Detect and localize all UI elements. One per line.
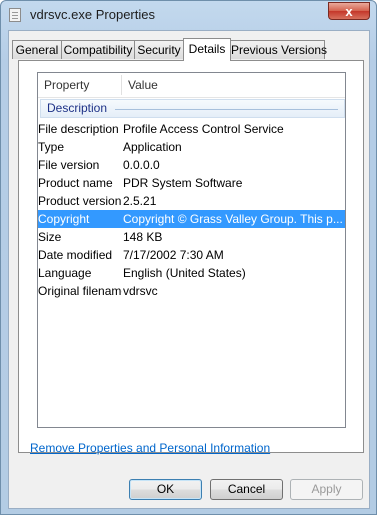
file-icon xyxy=(9,8,21,22)
column-header-property[interactable]: Property xyxy=(38,73,122,97)
apply-button[interactable]: Apply xyxy=(290,479,363,500)
window-title: vdrsvc.exe Properties xyxy=(30,7,155,22)
property-value: Application xyxy=(123,140,182,154)
ok-button[interactable]: OK xyxy=(129,479,202,500)
tab-security[interactable]: Security xyxy=(134,40,184,59)
property-value: 0.0.0.0 xyxy=(123,158,160,172)
property-value: English (United States) xyxy=(123,266,246,280)
tab-general[interactable]: General xyxy=(12,40,62,59)
detail-row[interactable]: Original filename vdrsvc xyxy=(38,282,345,300)
property-name: Size xyxy=(38,230,62,244)
property-value: 2.5.21 xyxy=(123,194,157,208)
remove-properties-link[interactable]: Remove Properties and Personal Informati… xyxy=(30,441,270,455)
detail-row[interactable]: File version 0.0.0.0 xyxy=(38,156,345,174)
property-name: Product name xyxy=(38,176,113,190)
properties-window: vdrsvc.exe Properties x General Compatib… xyxy=(0,0,377,515)
property-value: Profile Access Control Service xyxy=(123,122,284,136)
group-divider xyxy=(115,109,338,110)
detail-row[interactable]: Language English (United States) xyxy=(38,264,345,282)
detail-row-selected[interactable]: Copyright Copyright © Grass Valley Group… xyxy=(38,210,345,228)
property-name: Copyright xyxy=(38,212,90,226)
detail-row[interactable]: Product name PDR System Software xyxy=(38,174,345,192)
property-value: 7/17/2002 7:30 AM xyxy=(123,248,224,262)
property-name: Type xyxy=(38,140,65,154)
details-panel: Property Value Description File descript… xyxy=(18,60,364,453)
property-name: Product version xyxy=(38,194,122,208)
property-name: Language xyxy=(38,266,92,280)
group-label: Description xyxy=(47,101,108,115)
detail-row[interactable]: Product version 2.5.21 xyxy=(38,192,345,210)
property-value: PDR System Software xyxy=(123,176,243,190)
property-name: Original filename xyxy=(38,284,122,298)
detail-row[interactable]: Type Application xyxy=(38,138,345,156)
tab-details[interactable]: Details xyxy=(183,38,231,61)
tab-previous-versions[interactable]: Previous Versions xyxy=(230,40,327,59)
property-name: File version xyxy=(38,158,100,172)
detail-row[interactable]: File description Profile Access Control … xyxy=(38,120,345,138)
property-name: File description xyxy=(38,122,119,136)
group-header-description[interactable]: Description xyxy=(40,99,345,118)
details-list[interactable]: Property Value Description File descript… xyxy=(37,72,346,428)
column-header-value[interactable]: Value xyxy=(122,73,345,97)
detail-row[interactable]: Date modified 7/17/2002 7:30 AM xyxy=(38,246,345,264)
dialog-client-area: General Compatibility Security Details P… xyxy=(8,30,370,509)
cancel-button[interactable]: Cancel xyxy=(210,479,283,500)
property-value: vdrsvc xyxy=(123,284,158,298)
property-value: Copyright © Grass Valley Group. This p..… xyxy=(123,212,343,226)
list-header: Property Value xyxy=(38,73,345,98)
close-button[interactable]: x xyxy=(328,2,370,20)
property-name: Date modified xyxy=(38,248,113,262)
property-value: 148 KB xyxy=(123,230,163,244)
detail-row[interactable]: Size 148 KB xyxy=(38,228,345,246)
tab-compatibility[interactable]: Compatibility xyxy=(61,40,135,59)
